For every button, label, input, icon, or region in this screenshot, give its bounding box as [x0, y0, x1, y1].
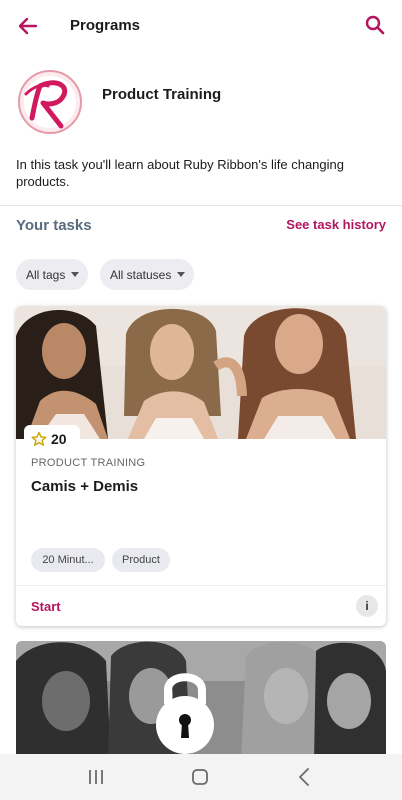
task-category: PRODUCT TRAINING: [31, 457, 146, 469]
start-button[interactable]: Start: [31, 599, 61, 614]
star-icon: [31, 431, 47, 446]
program-title: Product Training: [102, 86, 222, 103]
page-title: Programs: [70, 17, 141, 34]
divider: [0, 205, 402, 206]
dropdown-caret-icon: [71, 272, 80, 277]
filter-all-statuses[interactable]: All statuses: [100, 259, 195, 290]
dropdown-caret-icon: [177, 272, 186, 277]
filter-all-tags[interactable]: All tags: [16, 259, 89, 290]
filter-label: All statuses: [110, 267, 172, 282]
task-card[interactable]: 20 PRODUCT TRAINING Camis + Demis 20 Min…: [16, 306, 386, 626]
points-badge: 20: [24, 425, 80, 453]
duration-tag: 20 Minut...: [31, 548, 105, 572]
lock-icon: [156, 673, 214, 754]
top-app-bar: Programs: [0, 0, 402, 54]
see-task-history-link[interactable]: See task history: [286, 217, 386, 232]
back-arrow-icon[interactable]: [14, 12, 42, 40]
program-description: In this task you'll learn about Ruby Rib…: [16, 157, 344, 189]
home-icon[interactable]: [189, 766, 211, 788]
topic-tag: Product: [112, 548, 170, 572]
task-image: [16, 306, 386, 439]
back-icon[interactable]: [294, 766, 316, 788]
search-icon[interactable]: [362, 12, 388, 38]
points-value: 20: [51, 431, 67, 447]
task-title: Camis + Demis: [31, 478, 139, 495]
section-title-your-tasks: Your tasks: [16, 217, 92, 234]
info-icon[interactable]: i: [356, 595, 378, 617]
card-divider: [16, 585, 386, 586]
program-logo: [18, 70, 82, 134]
filter-label: All tags: [26, 267, 66, 282]
system-navigation-bar: [0, 754, 402, 800]
recents-icon[interactable]: [85, 766, 107, 788]
